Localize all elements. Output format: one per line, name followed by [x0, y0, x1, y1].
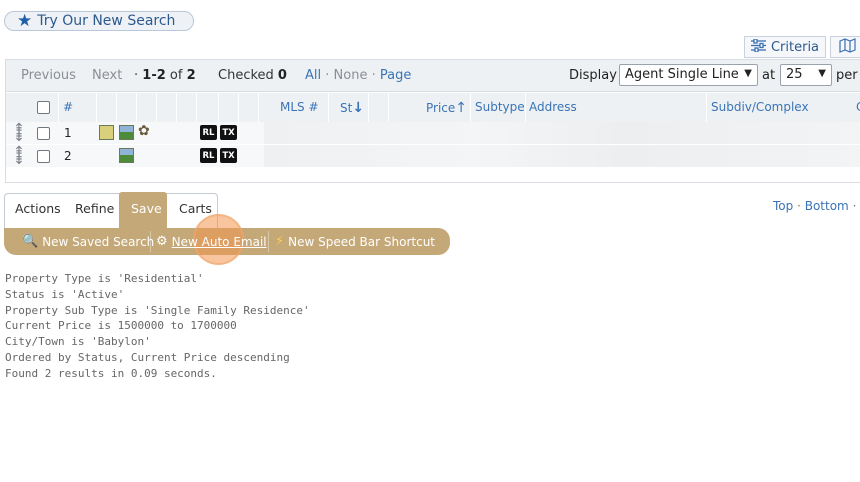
- criteria-line: Current Price is 1500000 to 1700000: [5, 319, 237, 333]
- criteria-line: Status is 'Active': [5, 287, 125, 301]
- range-dot: ·: [134, 68, 139, 83]
- criteria-line: Property Type is 'Residential': [5, 272, 204, 285]
- new-speed-bar-shortcut-button[interactable]: ⚡ New Speed Bar Shortcut: [275, 234, 435, 249]
- table-row[interactable]: ⇞ ⇟ 2 RL TX: [6, 145, 860, 167]
- criteria-line: Ordered by Status, Current Price descend…: [5, 350, 290, 364]
- arrow-up-icon: ↑: [455, 100, 468, 116]
- tab-save[interactable]: Save: [131, 201, 162, 216]
- table-row[interactable]: ⇞ ⇟ 1 ✿ RL TX: [6, 122, 860, 144]
- chevron-down-icon: ▼: [744, 68, 752, 79]
- rl-badge[interactable]: RL: [200, 148, 217, 163]
- column-header-mls[interactable]: MLS #: [280, 100, 319, 114]
- top-link[interactable]: Top: [773, 199, 793, 213]
- tab-actions[interactable]: Actions: [15, 201, 61, 216]
- display-select[interactable]: Agent Single Line ▼: [619, 64, 758, 86]
- column-header-price[interactable]: Price↑: [426, 100, 467, 116]
- lightning-icon: ⚡: [275, 234, 285, 249]
- row-checkbox[interactable]: [37, 127, 50, 140]
- criteria-button[interactable]: Criteria: [744, 36, 826, 58]
- try-new-search-button[interactable]: ★ Try Our New Search: [4, 11, 194, 31]
- next-link[interactable]: Next: [92, 68, 122, 83]
- drag-handle-icon[interactable]: ⇞ ⇟: [12, 145, 26, 167]
- status-header-label: St: [340, 101, 353, 115]
- dot-sep: ·: [325, 68, 330, 83]
- column-header-subdiv[interactable]: Subdiv/Complex: [711, 100, 809, 114]
- row-checkbox[interactable]: [37, 150, 50, 163]
- arrow-down-icon: ↓: [352, 100, 365, 116]
- gallery-icon[interactable]: [119, 125, 134, 140]
- criteria-line: Property Sub Type is 'Single Family Resi…: [5, 303, 310, 317]
- display-value: Agent Single Line: [625, 67, 739, 82]
- criteria-label: Criteria: [770, 39, 820, 55]
- column-header-status[interactable]: St↓: [340, 100, 364, 116]
- tx-badge[interactable]: TX: [220, 148, 237, 163]
- tab-refine[interactable]: Refine: [75, 201, 114, 216]
- column-header-cut[interactable]: C: [856, 100, 860, 114]
- results-grid: Previous Next · 1-2 of 2 Checked 0 All ·…: [5, 59, 860, 183]
- per-page-value: 25: [786, 67, 803, 82]
- photo-thumbnail-icon[interactable]: [99, 125, 114, 140]
- select-none-link[interactable]: None: [334, 68, 368, 83]
- dot-sep: ·: [371, 68, 376, 83]
- per-label: per: [836, 68, 858, 83]
- new-saved-search-button[interactable]: 🔍 New Saved Search: [22, 234, 154, 249]
- checked-label: Checked: [218, 68, 274, 83]
- of-label: of: [169, 68, 183, 83]
- new-saved-search-label: New Saved Search: [42, 234, 155, 249]
- divider: [268, 231, 269, 252]
- saved-search-icon: 🔍: [22, 234, 39, 249]
- new-speed-bar-shortcut-label: New Speed Bar Shortcut: [288, 234, 436, 249]
- select-all-checkbox[interactable]: [37, 101, 50, 114]
- column-header-address[interactable]: Address: [529, 100, 577, 114]
- row-index: 2: [64, 149, 72, 163]
- display-label: Display: [569, 68, 617, 83]
- at-label: at: [762, 68, 776, 83]
- new-auto-email-label: New Auto Email: [171, 234, 267, 249]
- drag-handle-icon[interactable]: ⇞ ⇟: [12, 122, 26, 144]
- page-nav-links: Top · Bottom ·: [773, 199, 856, 213]
- price-header-label: Price: [426, 101, 456, 115]
- auto-email-icon: ⚙: [156, 234, 168, 249]
- listing-details-redacted: [264, 122, 860, 144]
- sliders-icon: [750, 37, 766, 56]
- listing-details-redacted: [264, 145, 860, 167]
- try-new-search-label: Try Our New Search: [37, 13, 176, 29]
- search-criteria-summary: Property Type is 'Residential' Status is…: [5, 271, 310, 382]
- per-page-select[interactable]: 25 ▼: [780, 64, 832, 86]
- column-header-index: #: [63, 100, 74, 114]
- bottom-link[interactable]: Bottom: [805, 199, 849, 213]
- virtual-tour-icon[interactable]: ✿: [138, 123, 150, 139]
- tx-badge[interactable]: TX: [220, 125, 237, 140]
- select-page-link[interactable]: Page: [380, 68, 411, 83]
- previous-link[interactable]: Previous: [21, 68, 76, 83]
- range-value: 1-2: [142, 68, 166, 83]
- gallery-icon[interactable]: [119, 148, 134, 163]
- table-header: # MLS # St↓ Price↑ Subtype Address Subdi…: [6, 93, 860, 123]
- row-index: 1: [64, 126, 72, 140]
- map-button[interactable]: [830, 36, 860, 58]
- tab-carts[interactable]: Carts: [179, 201, 212, 216]
- column-header-subtype[interactable]: Subtype: [475, 100, 525, 114]
- map-icon: [838, 37, 856, 57]
- pager-bar: Previous Next · 1-2 of 2 Checked 0 All ·…: [6, 60, 860, 92]
- dot-sep: ·: [797, 199, 801, 213]
- results-summary: Found 2 results in 0.09 seconds.: [5, 366, 217, 380]
- rl-badge[interactable]: RL: [200, 125, 217, 140]
- star-icon: ★: [17, 10, 33, 31]
- dot-sep: ·: [852, 199, 857, 213]
- total-count: 2: [186, 68, 196, 83]
- new-auto-email-button[interactable]: ⚙ New Auto Email: [156, 234, 267, 249]
- chevron-down-icon: ▼: [818, 68, 826, 79]
- criteria-line: City/Town is 'Babylon': [5, 335, 151, 349]
- select-all-link[interactable]: All: [305, 68, 321, 83]
- checked-count: 0: [277, 68, 287, 83]
